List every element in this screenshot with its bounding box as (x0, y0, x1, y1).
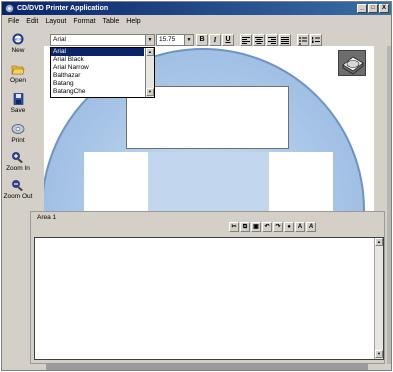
printer-disc-icon[interactable] (338, 50, 366, 76)
bullet-list-icon (299, 37, 307, 45)
bold-button[interactable]: B (196, 34, 208, 46)
svg-text:NEW: NEW (13, 37, 23, 42)
menu-layout[interactable]: Layout (45, 18, 66, 25)
undo-button[interactable]: ↶ (262, 222, 272, 232)
person-icon: ● (287, 224, 291, 230)
numbered-list-button[interactable] (310, 34, 322, 46)
save-button[interactable]: Save (2, 93, 34, 114)
font-size-value: 15.75 (159, 36, 176, 43)
print-button[interactable]: Print (2, 123, 34, 144)
menu-help[interactable]: Help (126, 18, 140, 25)
chevron-down-icon[interactable]: ▼ (145, 35, 154, 45)
zoom-in-label: Zoom In (6, 165, 30, 172)
align-center-icon (255, 37, 263, 44)
left-text-panel[interactable] (84, 152, 148, 214)
open-label: Open (10, 77, 26, 84)
justify-button[interactable] (279, 34, 291, 46)
copy-button[interactable]: ⧉ (240, 222, 250, 232)
zoom-in-icon (12, 152, 23, 163)
undo-icon: ↶ (264, 224, 270, 230)
new-button[interactable]: NEW New (2, 33, 34, 54)
copy-icon: ⧉ (242, 224, 248, 230)
maximize-button[interactable]: □ (368, 4, 378, 13)
zoom-out-icon (12, 180, 23, 191)
italic-button[interactable]: I (209, 34, 221, 46)
area-text-scrollbar[interactable]: ▲ ▼ (374, 238, 383, 359)
redo-icon: ↷ (275, 224, 281, 230)
align-center-button[interactable] (253, 34, 265, 46)
align-right-icon (268, 37, 276, 44)
bullet-list-button[interactable] (297, 34, 309, 46)
title-bar[interactable]: CD/DVD Printer Application _ □ X (2, 2, 391, 15)
menu-table[interactable]: Table (103, 18, 120, 25)
font-option[interactable]: Arial Narrow (51, 64, 144, 72)
cut-button[interactable]: ✂ (229, 222, 239, 232)
font-name-combo[interactable]: Arial ▼ (50, 34, 155, 46)
align-left-button[interactable] (240, 34, 252, 46)
font-name-value: Arial (53, 36, 67, 43)
scroll-up-icon[interactable]: ▲ (375, 238, 383, 246)
right-text-panel[interactable] (269, 152, 333, 214)
close-button[interactable]: X (379, 4, 389, 13)
paste-button[interactable]: ▣ (251, 222, 261, 232)
minimize-button[interactable]: _ (357, 4, 367, 13)
font-option[interactable]: Arial (51, 48, 144, 56)
user-button[interactable]: ● (284, 222, 294, 232)
menu-format[interactable]: Format (73, 18, 95, 25)
scroll-down-icon[interactable]: ▼ (146, 88, 154, 96)
horizontal-scrollbar[interactable] (46, 364, 368, 370)
font-option[interactable]: Batang (51, 80, 144, 88)
new-label: New (11, 47, 25, 54)
zoom-in-button[interactable]: Zoom In (2, 151, 34, 172)
scroll-up-icon[interactable]: ▲ (146, 48, 154, 56)
menu-edit[interactable]: Edit (26, 18, 38, 25)
save-label: Save (10, 107, 26, 114)
open-button[interactable]: Open (2, 63, 34, 84)
print-label: Print (11, 137, 25, 144)
scroll-down-icon[interactable]: ▼ (375, 350, 383, 358)
zoom-out-button[interactable]: Zoom Out (2, 179, 34, 200)
justify-icon (281, 37, 289, 44)
numbered-list-icon (312, 37, 320, 43)
open-folder-icon (11, 65, 25, 75)
underline-button[interactable]: U (222, 34, 234, 46)
right-edge-scrollbar[interactable] (387, 46, 391, 364)
left-toolbar: NEW New Open Save Print Zoom In Zoom Out (2, 29, 32, 209)
disc-tray-icon (342, 56, 364, 75)
print-disc-icon (11, 124, 25, 134)
menu-file[interactable]: File (8, 18, 19, 25)
font-list-scrollbar[interactable]: ▲ ▼ (145, 48, 154, 97)
align-right-button[interactable] (266, 34, 278, 46)
font-size-combo[interactable]: 15.75 ▼ (156, 34, 194, 46)
center-band (148, 152, 269, 214)
new-disc-icon: NEW (12, 33, 24, 45)
font-option[interactable]: BatangChe (51, 88, 144, 96)
scissors-icon: ✂ (231, 224, 237, 230)
window-controls: _ □ X (357, 4, 389, 13)
font-dropdown-list[interactable]: Arial Arial Black Arial Narrow Balthazar… (50, 47, 155, 98)
edit-toolbar: ✂ ⧉ ▣ ↶ ↷ ● A A (229, 222, 316, 233)
app-window: CD/DVD Printer Application _ □ X File Ed… (1, 1, 392, 371)
window-title: CD/DVD Printer Application (17, 5, 109, 12)
font-option[interactable]: Balthazar (51, 72, 144, 80)
paste-icon: ▣ (253, 224, 259, 230)
menu-bar: File Edit Layout Format Table Help (2, 16, 391, 27)
area-editor-panel: Area 1 ✂ ⧉ ▣ ↶ ↷ ● A A ▲ ▼ (30, 211, 385, 364)
text-color-button[interactable]: A (295, 222, 305, 232)
format-toolbar: Arial ▼ 15.75 ▼ B I U (48, 34, 348, 46)
save-disk-icon (13, 93, 24, 105)
disc-app-icon (5, 4, 14, 13)
zoom-out-label: Zoom Out (3, 193, 33, 200)
align-left-icon (242, 37, 250, 44)
redo-button[interactable]: ↷ (273, 222, 283, 232)
text-style-button[interactable]: A (306, 222, 316, 232)
chevron-down-icon[interactable]: ▼ (184, 35, 193, 45)
font-option[interactable]: Arial Black (51, 56, 144, 64)
area-label: Area 1 (37, 214, 57, 221)
area-text-input[interactable]: ▲ ▼ (34, 237, 384, 360)
